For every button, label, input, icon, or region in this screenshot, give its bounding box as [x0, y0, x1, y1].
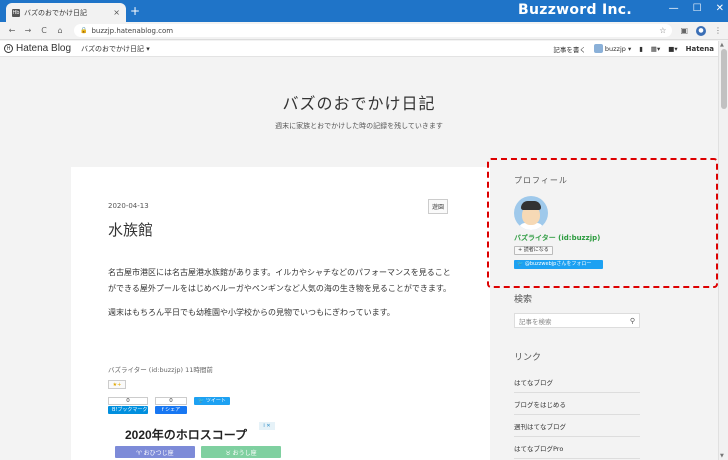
user-avatar — [593, 44, 603, 53]
category-badge[interactable]: 遊園 — [428, 199, 449, 214]
user-name: buzzjp ▾ — [604, 44, 632, 53]
hatebu-button[interactable]: B!ブックマーク — [108, 406, 148, 414]
profile-avatar-icon[interactable]: ● — [696, 25, 706, 36]
hatena-favicon-icon: Hb — [12, 8, 20, 17]
add-star-button[interactable]: ★+ — [108, 380, 126, 389]
search-placeholder: 記事を検索 — [519, 317, 552, 326]
hatena-logo-icon: H — [4, 44, 13, 53]
blog-menu[interactable]: バズのおでかけ日記 ▾ — [81, 44, 150, 54]
browser-titlebar: Hb バズのおでかけ日記 × + Buzzword Inc. — ☐ ✕ — [0, 0, 728, 22]
search-heading: 検索 — [514, 295, 533, 305]
close-window-icon[interactable]: ✕ — [716, 3, 724, 14]
page-scrollbar[interactable]: ▲ ▼ — [718, 41, 728, 460]
ad-chip-taurus[interactable]: ♉ おうし座 — [201, 446, 281, 458]
hatena-bar-right: 記事を書く buzzjp ▾ ▮ ▦▾ ■▾ Hatena — [553, 44, 714, 54]
scroll-down-icon[interactable]: ▼ — [720, 453, 724, 459]
link-item[interactable]: はてなブログ — [514, 371, 640, 393]
brand-watermark: Buzzword Inc. — [518, 2, 632, 18]
highlight-box — [487, 158, 718, 288]
minimize-icon[interactable]: — — [669, 3, 679, 14]
apps-grid-icon[interactable]: ▦▾ — [651, 45, 660, 53]
ad-chip-aries[interactable]: ♈ おひつじ座 — [115, 446, 195, 458]
link-item[interactable]: 週刊はてなブログ — [514, 415, 640, 437]
extension-icon[interactable]: ▣ — [680, 26, 688, 35]
window-controls: — ☐ ✕ — [669, 3, 724, 14]
bookmark-star-icon[interactable]: ☆ — [659, 26, 666, 35]
hatebu-share: 0 B!ブックマーク — [108, 397, 148, 414]
menu-dots-icon[interactable]: ⋮ — [714, 26, 722, 35]
user-menu[interactable]: buzzjp ▾ — [593, 44, 632, 53]
link-item[interactable]: ブログをはじめる — [514, 393, 640, 415]
facebook-share-button[interactable]: f シェア — [155, 406, 187, 414]
ad-chips: ♈ おひつじ座 ♉ おうし座 — [115, 446, 281, 458]
facebook-share: 0 f シェア — [155, 397, 187, 414]
write-article-link[interactable]: 記事を書く — [553, 44, 586, 54]
author-line[interactable]: バズライター (id:buzzjp) 11時間前 — [108, 364, 213, 374]
twitter-share: 🐦 ツイート — [194, 397, 230, 405]
address-bar: ← → C ⌂ 🔒 buzzjp.hatenablog.com ☆ ▣ ● ⋮ — [0, 22, 728, 40]
blog-title[interactable]: バズのおでかけ日記 — [0, 90, 718, 114]
scroll-up-icon[interactable]: ▲ — [720, 42, 724, 48]
facebook-count: 0 — [155, 397, 187, 405]
url-input[interactable]: 🔒 buzzjp.hatenablog.com ☆ — [74, 24, 673, 37]
article-paragraph: 名古屋市港区には名古屋港水族館があります。イルカやシャチなどのパフォーマンスを見… — [108, 268, 452, 293]
ad-info-close-icon[interactable]: i ✕ — [259, 422, 275, 430]
url-text: buzzjp.hatenablog.com — [91, 26, 174, 35]
search-icon[interactable]: ⚲ — [630, 317, 635, 325]
hatena-link[interactable]: Hatena — [686, 45, 714, 53]
maximize-icon[interactable]: ☐ — [693, 3, 702, 14]
bookmark-icon[interactable]: ▮ — [639, 45, 643, 53]
hatena-blog-logo[interactable]: H Hatena Blog — [4, 43, 71, 54]
tweet-label: ツイート — [205, 398, 226, 404]
search-input[interactable]: 記事を検索 ⚲ — [514, 313, 640, 328]
links-list: はてなブログ ブログをはじめる 週刊はてなブログ はてなブログPro — [514, 371, 640, 459]
links-heading: リンク — [514, 353, 542, 363]
tweet-button[interactable]: 🐦 ツイート — [194, 397, 230, 405]
article-title[interactable]: 水族館 — [108, 219, 153, 240]
new-tab-button[interactable]: + — [130, 4, 140, 18]
home-icon[interactable]: ⌂ — [54, 26, 66, 35]
twitter-bird-icon: 🐦 — [198, 398, 205, 404]
reload-icon[interactable]: C — [38, 26, 50, 35]
blog-description: 週末に家族とおでかけした時の記録を残していきます — [275, 122, 443, 130]
browser-tab[interactable]: Hb バズのおでかけ日記 × — [6, 3, 126, 22]
link-item[interactable]: はてなブログPro — [514, 437, 640, 459]
article-date[interactable]: 2020-04-13 — [108, 202, 149, 210]
back-icon[interactable]: ← — [6, 26, 18, 35]
tab-title: バズのおでかけ日記 — [24, 8, 87, 17]
hatebu-count: 0 — [108, 397, 148, 405]
scroll-thumb[interactable] — [721, 49, 727, 109]
article-paragraph: 週末はもちろん平日でも幼稚園や小学校からの見物でいつもにぎわっています。 — [108, 308, 395, 317]
lock-icon: 🔒 — [80, 27, 88, 34]
article-body: 名古屋市港区には名古屋港水族館があります。イルカやシャチなどのパフォーマンスを見… — [108, 265, 453, 330]
share-buttons: 0 B!ブックマーク 0 f シェア 🐦 ツイート — [108, 397, 230, 414]
notification-icon[interactable]: ■▾ — [668, 45, 677, 53]
article-card: 2020-04-13 遊園 水族館 名古屋市港区には名古屋港水族館があります。イ… — [71, 167, 490, 460]
tab-close-icon[interactable]: × — [113, 8, 120, 17]
ad-title[interactable]: 2020年のホロスコープ — [125, 426, 247, 443]
forward-icon[interactable]: → — [22, 26, 34, 35]
hatena-blog-logo-text: Hatena Blog — [16, 43, 72, 54]
hatena-bar: H Hatena Blog バズのおでかけ日記 ▾ 記事を書く buzzjp ▾… — [0, 41, 718, 57]
toolbar-right: ▣ ● ⋮ — [680, 25, 722, 36]
